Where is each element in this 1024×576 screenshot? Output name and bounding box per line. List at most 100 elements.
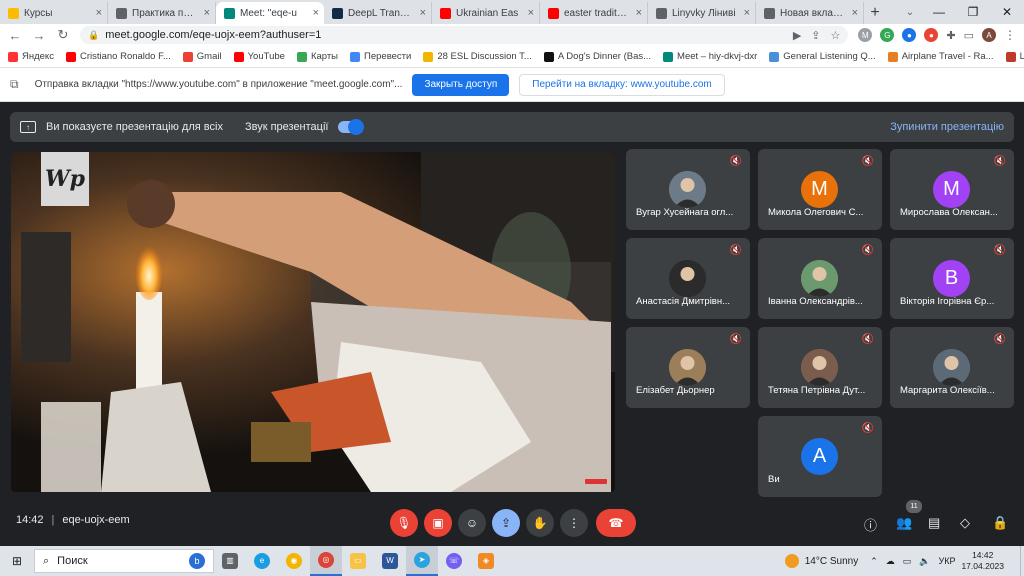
bookmark-item[interactable]: Карты [296,51,338,62]
onedrive-icon[interactable]: ▭ [903,556,912,567]
extension-m-icon[interactable]: M [858,28,873,42]
bookmark-item[interactable]: Яндекс [8,51,54,62]
tab-close-icon[interactable]: × [96,7,102,19]
bookmark-item[interactable]: Meet – hiy-dkvj-dxr [663,51,757,62]
browser-tab[interactable]: Meet: "eqe-u × [216,2,324,24]
back-button[interactable]: ← [8,28,22,43]
participant-tile[interactable]: 🔇 A Ви [758,416,882,497]
extension-red-icon[interactable]: ● [924,28,939,42]
telegram-icon[interactable]: ➤ [406,546,438,576]
weather-widget[interactable]: 14°C Sunny [784,554,858,568]
input-language[interactable]: УКР [938,556,955,566]
maximize-button[interactable]: ❐ [956,0,990,24]
activities-icon[interactable]: ◇ [960,515,970,531]
orange-app-icon[interactable]: ◈ [470,546,502,576]
bookmark-item[interactable]: YouTube [233,51,285,62]
bookmark-item[interactable]: Airplane Travel - Ra... [887,51,994,62]
taskbar-search[interactable]: ⌕ Поиск b [34,549,214,573]
browser-tab[interactable]: Linyvky Ліниві × [648,2,756,24]
forward-button[interactable]: → [32,28,46,43]
muted-mic-icon: 🔇 [993,245,1006,256]
windows-taskbar: ⊞ ⌕ Поиск b ▥ e ◉ ◎ ▭ W ➤ ☏ ◈ 14°C Sunny… [0,546,1024,576]
profile-avatar[interactable]: A [982,28,996,42]
bookmark-item[interactable]: A Dog's Dinner (Bas... [543,51,651,62]
extension-blue-icon[interactable]: ● [902,28,917,42]
meeting-details-icon[interactable]: ⓘ [864,515,877,534]
url-field[interactable]: 🔒 meet.google.com/eqe-uojx-eem?authuser=… [80,26,849,44]
go-to-tab-button[interactable]: Перейти на вкладку: www.youtube.com [519,73,725,96]
speaker-icon[interactable]: 🔈 [919,556,930,567]
raise-hand-button[interactable]: ✋ [526,509,554,537]
share-icon[interactable]: ⇪ [811,29,820,42]
task-view-icon[interactable]: ▥ [214,546,246,576]
present-now-button[interactable]: ⇪ [492,509,520,537]
browser-tab[interactable]: Новая вкладка × [756,2,864,24]
bookmark-star-icon[interactable]: ☆ [831,29,841,42]
people-icon[interactable]: 👥 [896,515,912,531]
close-window-button[interactable]: ✕ [990,0,1024,24]
chevron-up-icon[interactable]: ⌃ [870,556,878,567]
bookmark-favicon-icon [182,51,193,62]
tab-close-icon[interactable]: × [528,7,534,19]
leave-call-button[interactable]: ☎ [596,509,636,537]
new-tab-button[interactable]: + [864,2,886,24]
clock[interactable]: 14:42 17.04.2023 [961,550,1004,572]
bookmark-item[interactable]: General Listening Q... [769,51,876,62]
bookmark-item[interactable]: Перевести [350,51,411,62]
tab-close-icon[interactable]: × [852,7,858,19]
participant-tile[interactable]: 🔇 Тетяна Петрівна Дут... [758,327,882,408]
sidebar-icon[interactable]: ▭ [964,29,974,42]
participant-tile[interactable]: 🔇 M Мирослава Олексан... [890,149,1014,230]
bookmark-item[interactable]: Cristiano Ronaldo F... [65,51,171,62]
show-desktop-button[interactable] [1020,546,1024,576]
bookmark-item[interactable]: LearnEnglish Kids li... [1005,51,1024,62]
grammarly-icon[interactable]: G [880,28,895,42]
menu-icon[interactable]: ⋮ [1004,28,1016,42]
word-icon[interactable]: W [374,546,406,576]
more-options-button[interactable]: ⋮ [560,509,588,537]
mic-off-button[interactable]: 🎙 [390,509,418,537]
participant-tile[interactable]: 🔇 Вугар Хусейнага огл... [626,149,750,230]
camera-off-button[interactable]: ▣ [424,509,452,537]
participant-tile[interactable]: 🔇 Елізабет Дьорнер [626,327,750,408]
extensions-puzzle-icon[interactable]: ✚ [946,29,955,42]
edge-icon[interactable]: e [246,546,278,576]
host-controls-icon[interactable]: 🔒 [992,515,1008,531]
bookmark-label: Meet – hiy-dkvj-dxr [677,51,758,62]
participant-tile[interactable]: 🔇 M Микола Олегович С... [758,149,882,230]
stop-presenting-button[interactable]: Зупинити презентацію [890,121,1004,133]
tab-close-icon[interactable]: × [636,7,642,19]
participant-tile[interactable]: 🔇 Анастасія Дмитрівн... [626,238,750,319]
file-explorer-icon[interactable]: ▭ [342,546,374,576]
camera-icon[interactable]: ▶ [793,29,801,42]
chat-icon[interactable]: ▤ [928,515,940,531]
tab-close-icon[interactable]: × [420,7,426,19]
browser-tab[interactable]: easter traditions × [540,2,648,24]
firefox-like-icon[interactable]: ◉ [278,546,310,576]
chrome-icon[interactable]: ◎ [310,546,342,576]
windows-start-icon[interactable]: ⊞ [0,554,34,568]
bookmark-favicon-icon [769,51,780,62]
browser-tab[interactable]: Практика перекл × [108,2,216,24]
browser-tab[interactable]: Ukrainian Eas × [432,2,540,24]
presentation-sound-toggle[interactable] [338,119,365,135]
tab-close-icon[interactable]: × [204,7,210,19]
participant-tile[interactable]: 🔇 Маргарита Олексіїв... [890,327,1014,408]
network-icon[interactable]: ☁ [886,556,895,567]
bookmark-item[interactable]: Gmail [182,51,222,62]
viber-icon[interactable]: ☏ [438,546,470,576]
bing-icon[interactable]: b [189,553,205,569]
participant-tile[interactable]: 🔇 Іванна Олександрів... [758,238,882,319]
close-access-button[interactable]: Закрыть доступ [412,73,510,96]
minimize-button[interactable]: — [922,0,956,24]
tab-favicon-icon [764,7,775,19]
browser-tab[interactable]: DeepL Translate – × [324,2,432,24]
reload-button[interactable]: ↻ [56,27,70,43]
participant-tile[interactable]: 🔇 B Вікторія Ігорівна Єр... [890,238,1014,319]
browser-tab[interactable]: Курсы × [0,2,108,24]
bookmark-item[interactable]: 28 ESL Discussion T... [423,51,532,62]
tab-close-icon[interactable]: × [744,7,750,19]
tab-close-icon[interactable]: × [313,7,319,19]
tab-search-icon[interactable]: ⌄ [898,0,922,24]
reactions-button[interactable]: ☺ [458,509,486,537]
